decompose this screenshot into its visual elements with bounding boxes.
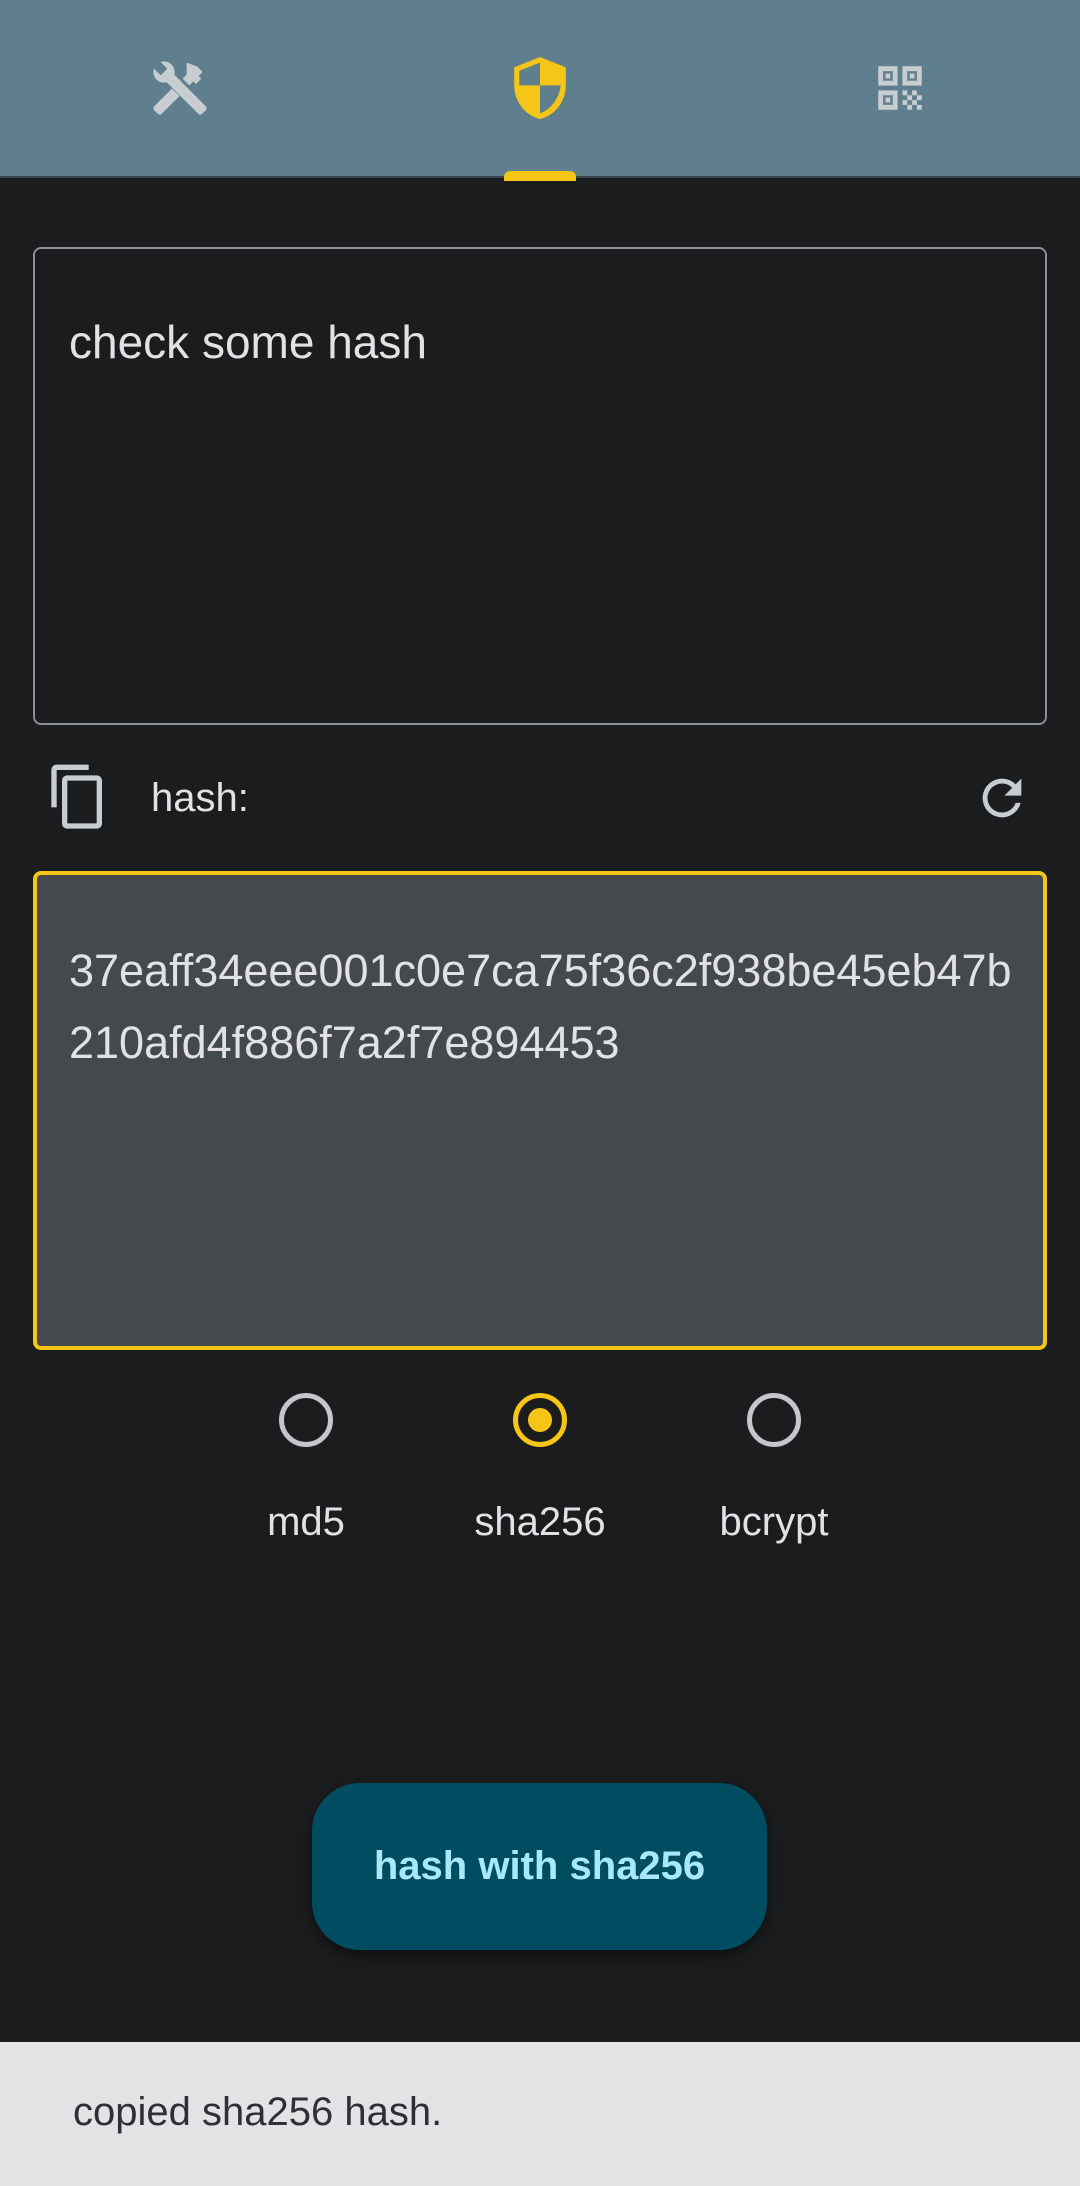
input-textarea[interactable]: check some hash bbox=[69, 311, 1009, 691]
radio-sha256-circle[interactable] bbox=[513, 1393, 567, 1447]
top-tab-bar bbox=[0, 0, 1080, 181]
hash-label: hash: bbox=[151, 776, 249, 820]
radio-sha256-label: sha256 bbox=[474, 1500, 606, 1544]
security-shield-icon bbox=[514, 57, 566, 119]
radio-md5-circle[interactable] bbox=[279, 1393, 333, 1447]
tab-security[interactable] bbox=[360, 0, 720, 176]
refresh-icon bbox=[982, 778, 1022, 818]
radio-bcrypt[interactable]: bcrypt bbox=[674, 1385, 874, 1565]
radio-selected-dot bbox=[528, 1408, 552, 1432]
tools-icon bbox=[153, 61, 207, 115]
snackbar: copied sha256 hash. bbox=[0, 2042, 1080, 2186]
radio-md5[interactable]: md5 bbox=[206, 1385, 406, 1565]
snackbar-message: copied sha256 hash. bbox=[73, 2090, 443, 2134]
app-root: check some hash hash: 37eaff34eee001c0e7… bbox=[0, 0, 1080, 2186]
selected-tab-indicator bbox=[504, 171, 576, 181]
tab-tools[interactable] bbox=[0, 0, 360, 176]
hash-output-field[interactable]: 37eaff34eee001c0e7ca75f36c2f938be45eb47b… bbox=[33, 871, 1047, 1350]
hash-output-textarea[interactable]: 37eaff34eee001c0e7ca75f36c2f938be45eb47b… bbox=[69, 935, 1019, 1315]
qr-code-icon bbox=[878, 66, 922, 110]
hash-action-button[interactable]: hash with sha256 bbox=[312, 1783, 767, 1950]
radio-md5-label: md5 bbox=[267, 1500, 345, 1544]
tab-qr-code[interactable] bbox=[720, 0, 1080, 176]
copy-hash-button[interactable] bbox=[40, 760, 116, 836]
radio-bcrypt-label: bcrypt bbox=[719, 1500, 829, 1544]
copy-icon bbox=[51, 764, 102, 829]
radio-sha256[interactable]: sha256 bbox=[440, 1385, 640, 1565]
refresh-button[interactable] bbox=[964, 760, 1040, 836]
radio-bcrypt-circle[interactable] bbox=[747, 1393, 801, 1447]
input-text-field[interactable]: check some hash bbox=[33, 247, 1047, 725]
